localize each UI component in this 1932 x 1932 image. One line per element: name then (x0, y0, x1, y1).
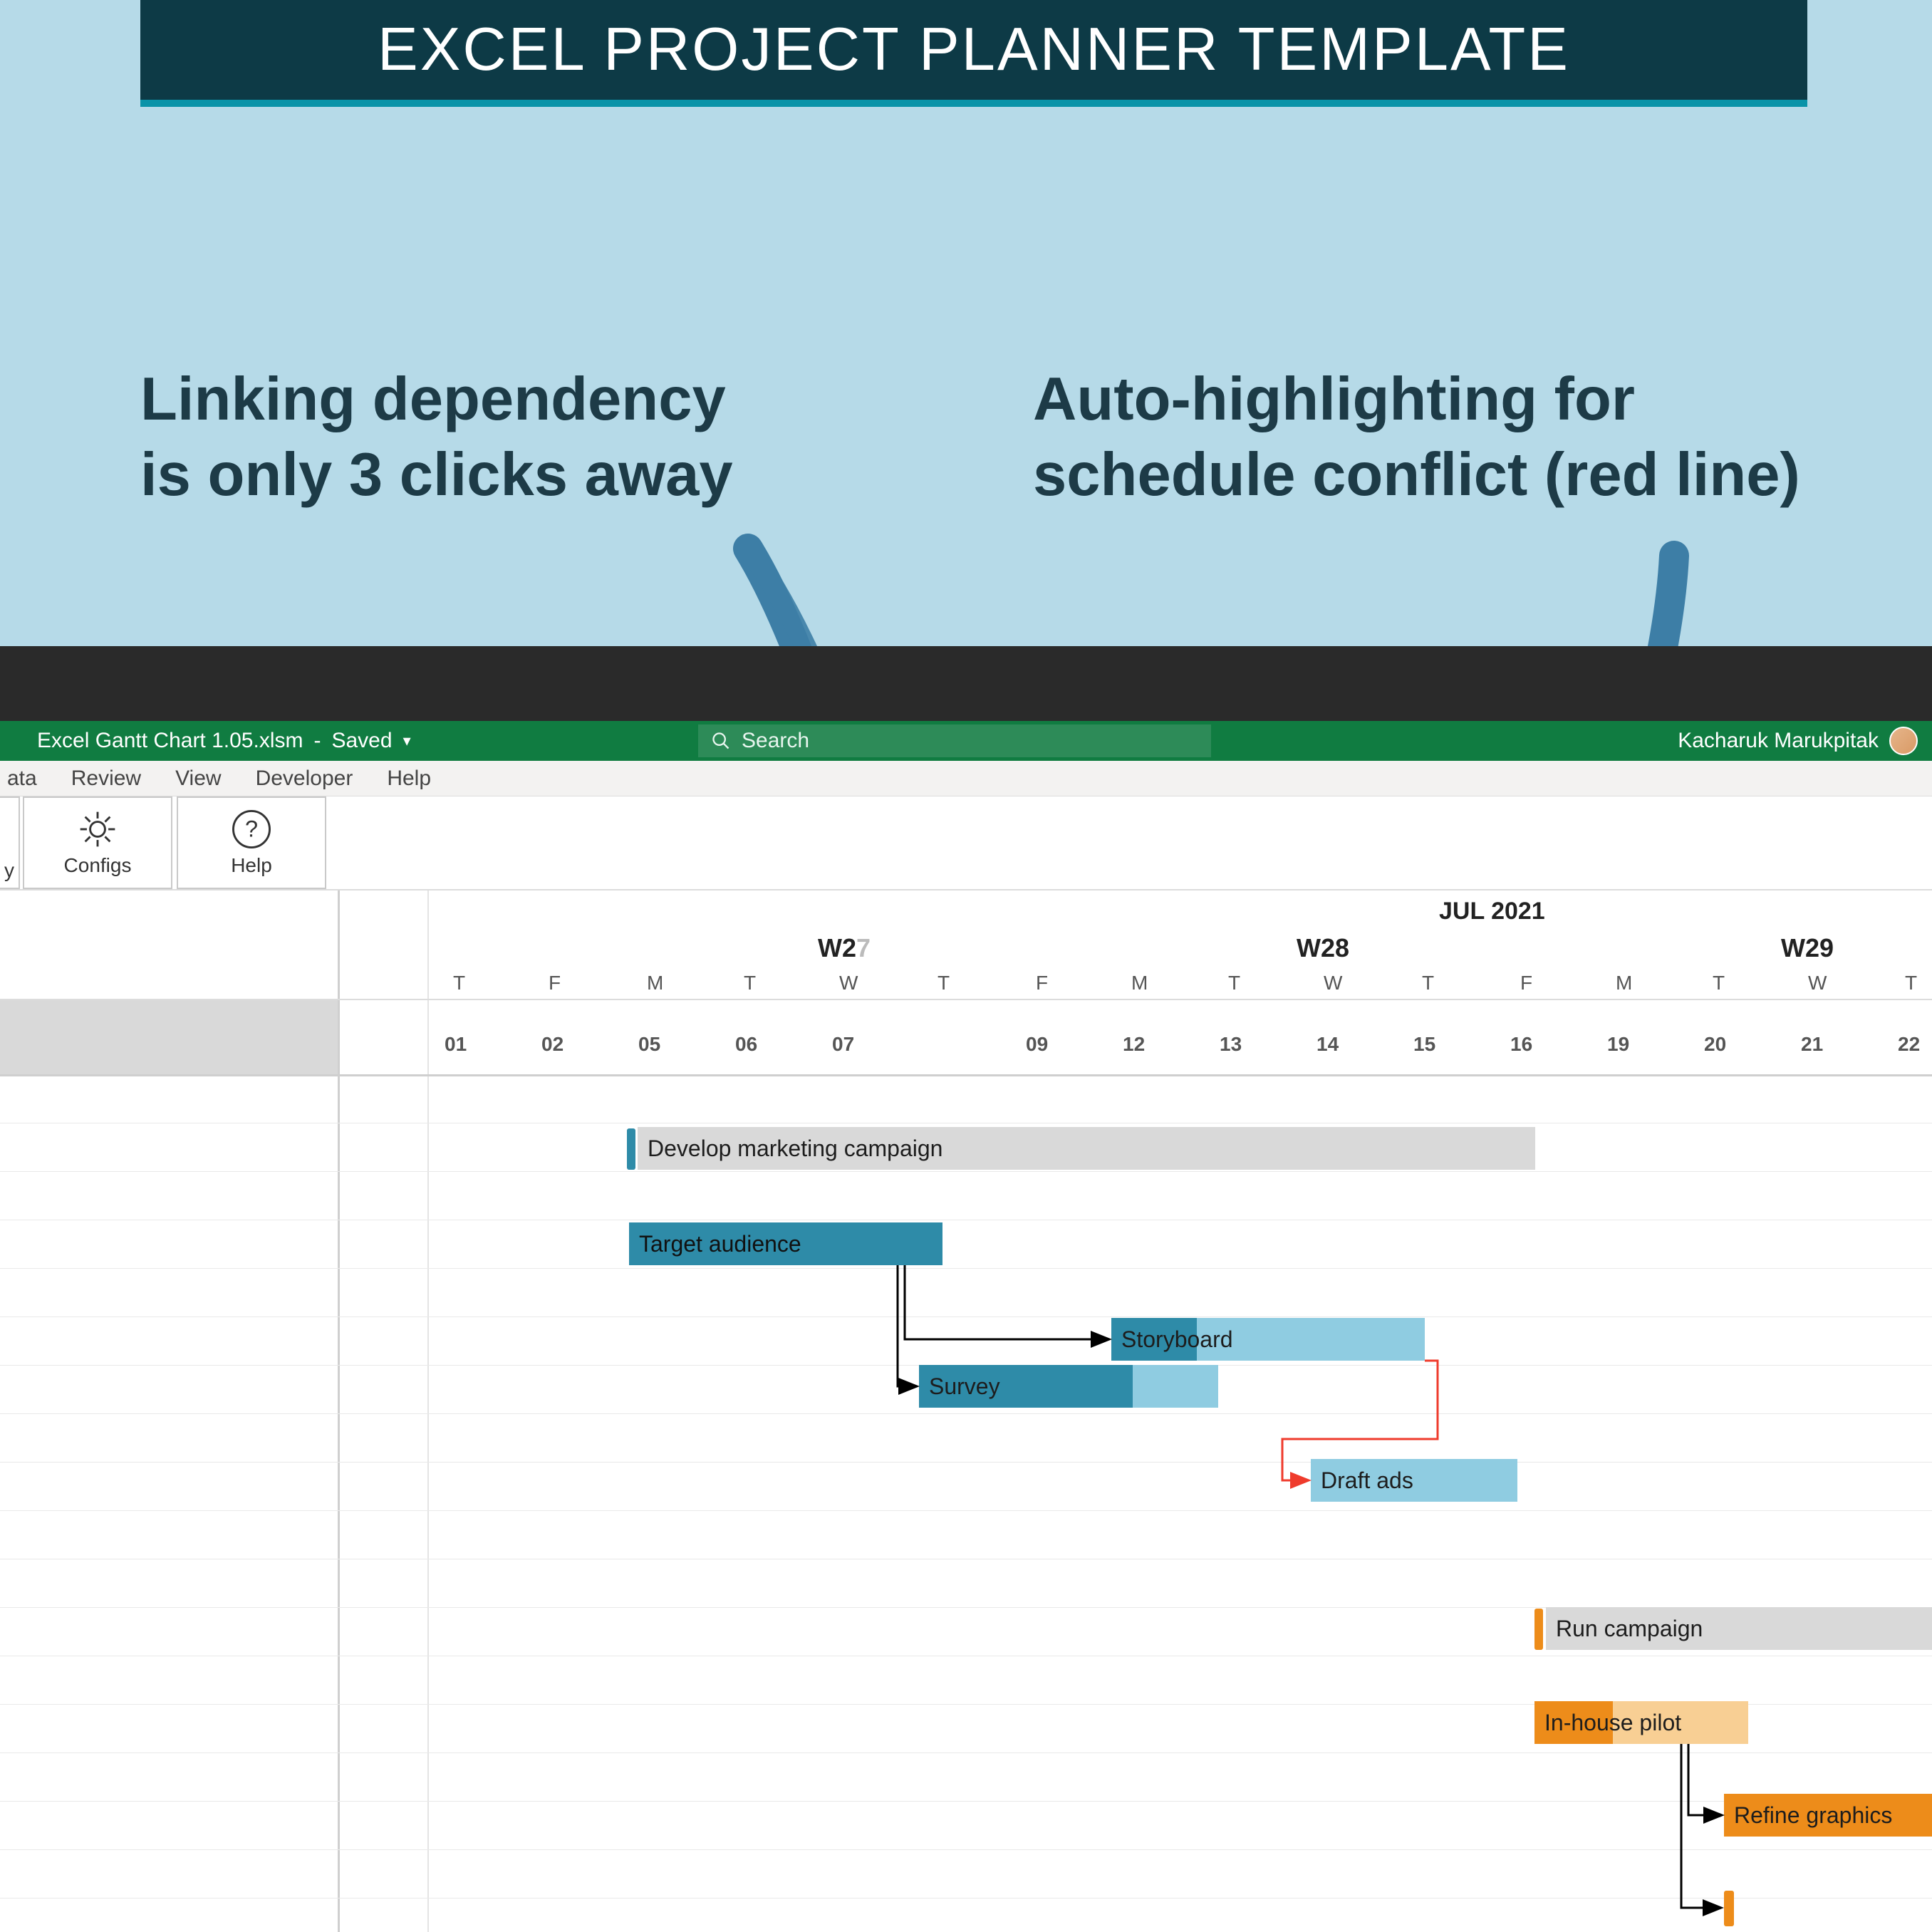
gear-icon (77, 809, 118, 850)
save-state-text: Saved (331, 729, 392, 753)
user-account[interactable]: Kacharuk Marukpitak (1678, 727, 1918, 755)
tab-help[interactable]: Help (387, 767, 431, 791)
tab-data[interactable]: ata (7, 767, 37, 791)
title-separator: - (313, 729, 321, 753)
search-input[interactable]: Search (698, 724, 1211, 757)
callout-dependency-text: Linking dependency is only 3 clicks away (140, 365, 733, 509)
help-icon: ? (231, 809, 272, 850)
callout-dependency: Linking dependency is only 3 clicks away (140, 362, 810, 514)
filename-text: Excel Gantt Chart 1.05.xlsm (37, 729, 303, 753)
help-button[interactable]: ? Help (177, 796, 326, 889)
ribbon-tabs: ata Review View Developer Help (0, 761, 1932, 796)
search-placeholder: Search (742, 729, 809, 753)
user-name-text: Kacharuk Marukpitak (1678, 729, 1879, 753)
search-icon (711, 731, 731, 751)
svg-text:?: ? (245, 816, 258, 841)
document-title[interactable]: Excel Gantt Chart 1.05.xlsm - Saved ▾ (37, 729, 411, 753)
callout-conflict-text: Auto-highlighting for schedule conflict … (1033, 365, 1800, 509)
banner-title: EXCEL PROJECT PLANNER TEMPLATE (378, 15, 1570, 85)
callout-conflict: Auto-highlighting for schedule conflict … (1033, 362, 1852, 514)
window-titlebar-dark (0, 646, 1932, 721)
configs-button[interactable]: Configs (23, 796, 172, 889)
avatar (1889, 727, 1918, 755)
excel-titlebar: Excel Gantt Chart 1.05.xlsm - Saved ▾ Se… (0, 721, 1932, 761)
tab-review[interactable]: Review (71, 767, 141, 791)
gantt-grid: JUL 2021 W27 W28 W29 T F M T W T F M T W… (0, 890, 1932, 1932)
custom-toolbar: y Configs ? Help (0, 796, 1932, 890)
dependency-lines (0, 890, 1932, 1932)
excel-screenshot: Excel Gantt Chart 1.05.xlsm - Saved ▾ Se… (0, 646, 1932, 1932)
tab-view[interactable]: View (175, 767, 221, 791)
tab-developer[interactable]: Developer (256, 767, 353, 791)
configs-label: Configs (64, 854, 132, 877)
title-banner: EXCEL PROJECT PLANNER TEMPLATE (140, 0, 1807, 107)
toolbar-partial-label: y (4, 859, 14, 882)
chevron-down-icon[interactable]: ▾ (403, 732, 411, 750)
help-label: Help (231, 854, 272, 877)
toolbar-partial-button[interactable]: y (0, 796, 20, 889)
